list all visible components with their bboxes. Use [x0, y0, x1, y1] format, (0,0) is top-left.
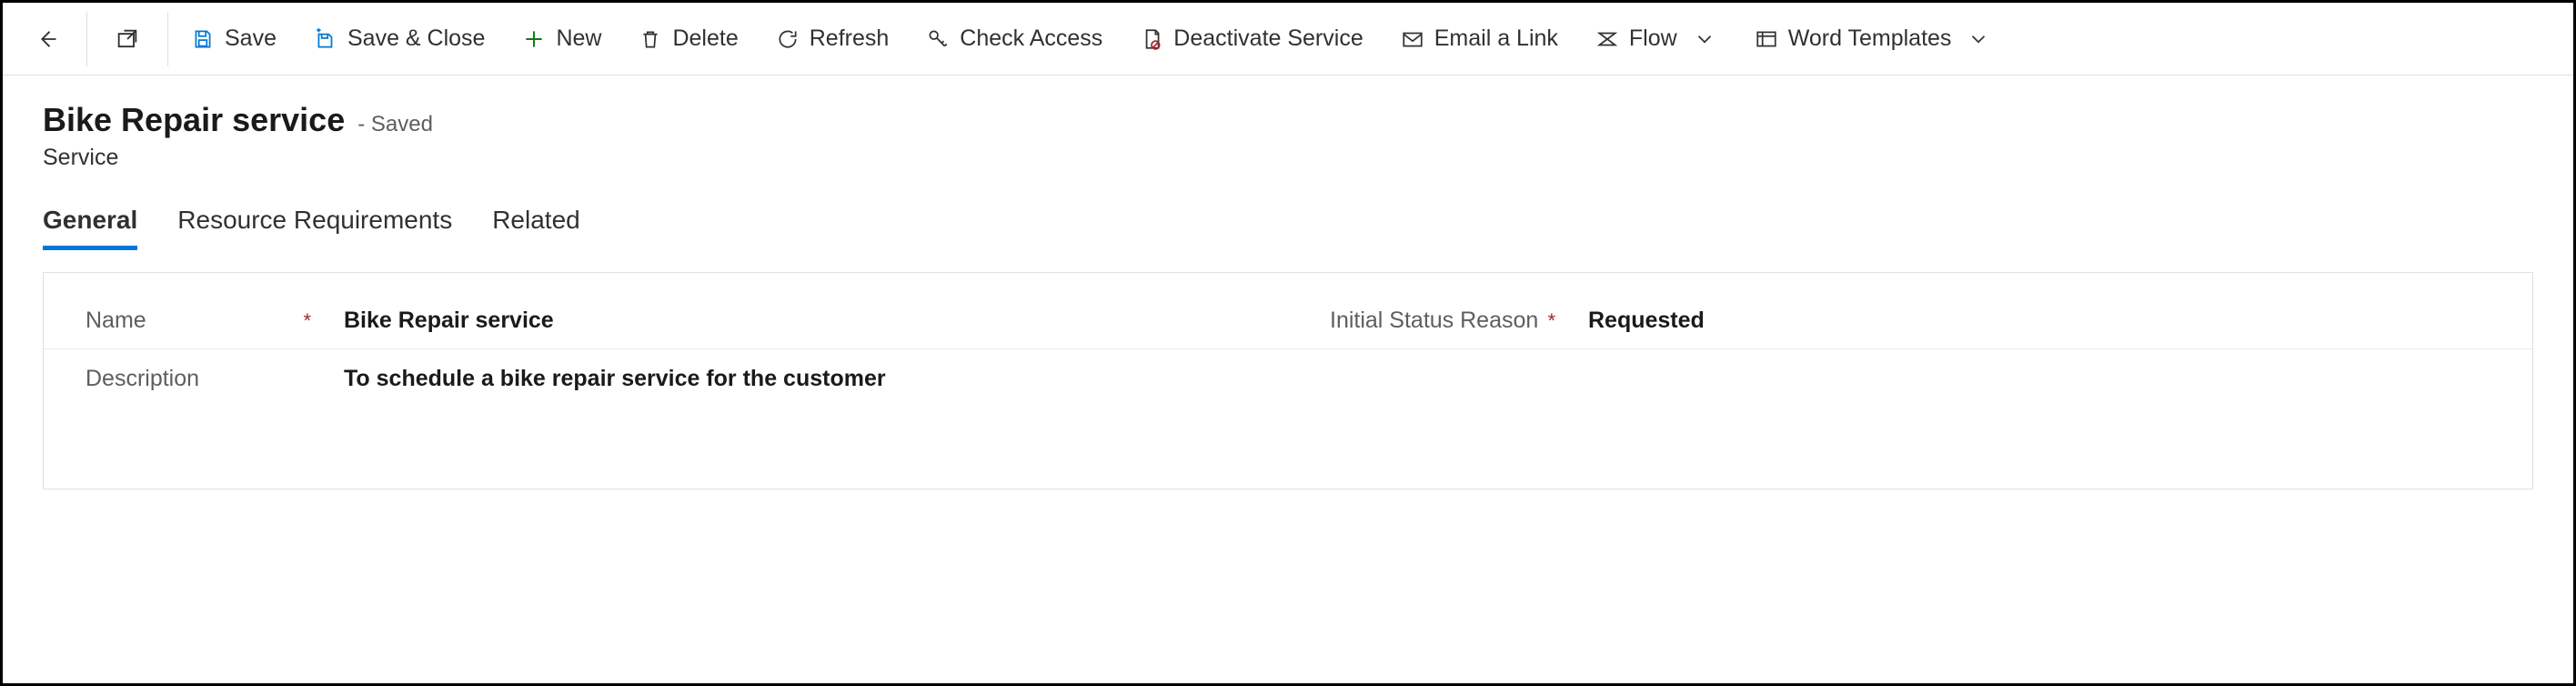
form-panel: Name * Bike Repair service Initial Statu… [43, 272, 2533, 489]
new-button[interactable]: New [503, 3, 619, 76]
name-label: Name [86, 308, 146, 334]
form-row-description: Description To schedule a bike repair se… [44, 349, 2532, 407]
flow-button[interactable]: Flow [1576, 3, 1736, 76]
delete-button[interactable]: Delete [619, 3, 756, 76]
refresh-icon [775, 26, 800, 52]
required-indicator: * [1547, 309, 1579, 333]
email-link-label: Email a Link [1434, 25, 1558, 52]
back-arrow-icon [34, 26, 59, 52]
deactivate-icon [1139, 26, 1164, 52]
saved-indicator: - Saved [357, 112, 433, 137]
entity-name: Service [43, 145, 2533, 171]
form-row-name-status: Name * Bike Repair service Initial Statu… [44, 291, 2532, 349]
record-header: Bike Repair service - Saved Service [3, 76, 2573, 178]
description-value: To schedule a bike repair service for th… [335, 364, 886, 392]
word-templates-label: Word Templates [1788, 25, 1952, 52]
word-template-icon [1754, 26, 1779, 52]
page-title: Bike Repair service [43, 101, 345, 139]
delete-label: Delete [672, 25, 738, 52]
chevron-down-icon [1966, 26, 1991, 52]
name-field[interactable]: Name * Bike Repair service [44, 306, 1288, 334]
check-access-label: Check Access [960, 25, 1102, 52]
back-button[interactable] [10, 3, 83, 76]
save-close-button[interactable]: Save & Close [295, 3, 503, 76]
command-bar: Save Save & Close New Delete Refresh Che… [3, 3, 2573, 76]
open-new-window-button[interactable] [91, 3, 164, 76]
trash-icon [638, 26, 663, 52]
plus-icon [521, 26, 547, 52]
tab-general[interactable]: General [43, 206, 137, 250]
refresh-label: Refresh [810, 25, 890, 52]
word-templates-button[interactable]: Word Templates [1736, 3, 2010, 76]
flow-icon [1595, 26, 1620, 52]
save-close-icon [313, 26, 338, 52]
title-line: Bike Repair service - Saved [43, 101, 2533, 139]
key-icon [925, 26, 951, 52]
status-field[interactable]: Initial Status Reason * Requested [1288, 306, 2532, 334]
separator [86, 12, 87, 66]
refresh-button[interactable]: Refresh [757, 3, 908, 76]
status-value: Requested [1579, 306, 1705, 334]
tab-bar: General Resource Requirements Related [3, 178, 2573, 250]
description-label-wrapper: Description [44, 364, 335, 392]
deactivate-button[interactable]: Deactivate Service [1121, 3, 1381, 76]
deactivate-label: Deactivate Service [1173, 25, 1363, 52]
save-icon [190, 26, 216, 52]
open-new-window-icon [115, 26, 140, 52]
separator [167, 12, 168, 66]
description-field[interactable]: Description To schedule a bike repair se… [44, 364, 2532, 392]
chevron-down-icon [1692, 26, 1717, 52]
save-button[interactable]: Save [172, 3, 295, 76]
tab-related[interactable]: Related [492, 206, 580, 250]
email-icon [1400, 26, 1425, 52]
status-label-wrapper: Initial Status Reason * [1288, 306, 1579, 334]
save-close-label: Save & Close [347, 25, 485, 52]
check-access-button[interactable]: Check Access [907, 3, 1121, 76]
name-label-wrapper: Name * [44, 306, 335, 334]
required-indicator: * [303, 309, 335, 333]
description-label: Description [86, 366, 199, 392]
name-value: Bike Repair service [335, 306, 554, 334]
status-label: Initial Status Reason [1330, 308, 1538, 334]
tab-resource-requirements[interactable]: Resource Requirements [177, 206, 452, 250]
save-label: Save [225, 25, 277, 52]
email-link-button[interactable]: Email a Link [1382, 3, 1576, 76]
flow-label: Flow [1629, 25, 1677, 52]
new-label: New [556, 25, 601, 52]
